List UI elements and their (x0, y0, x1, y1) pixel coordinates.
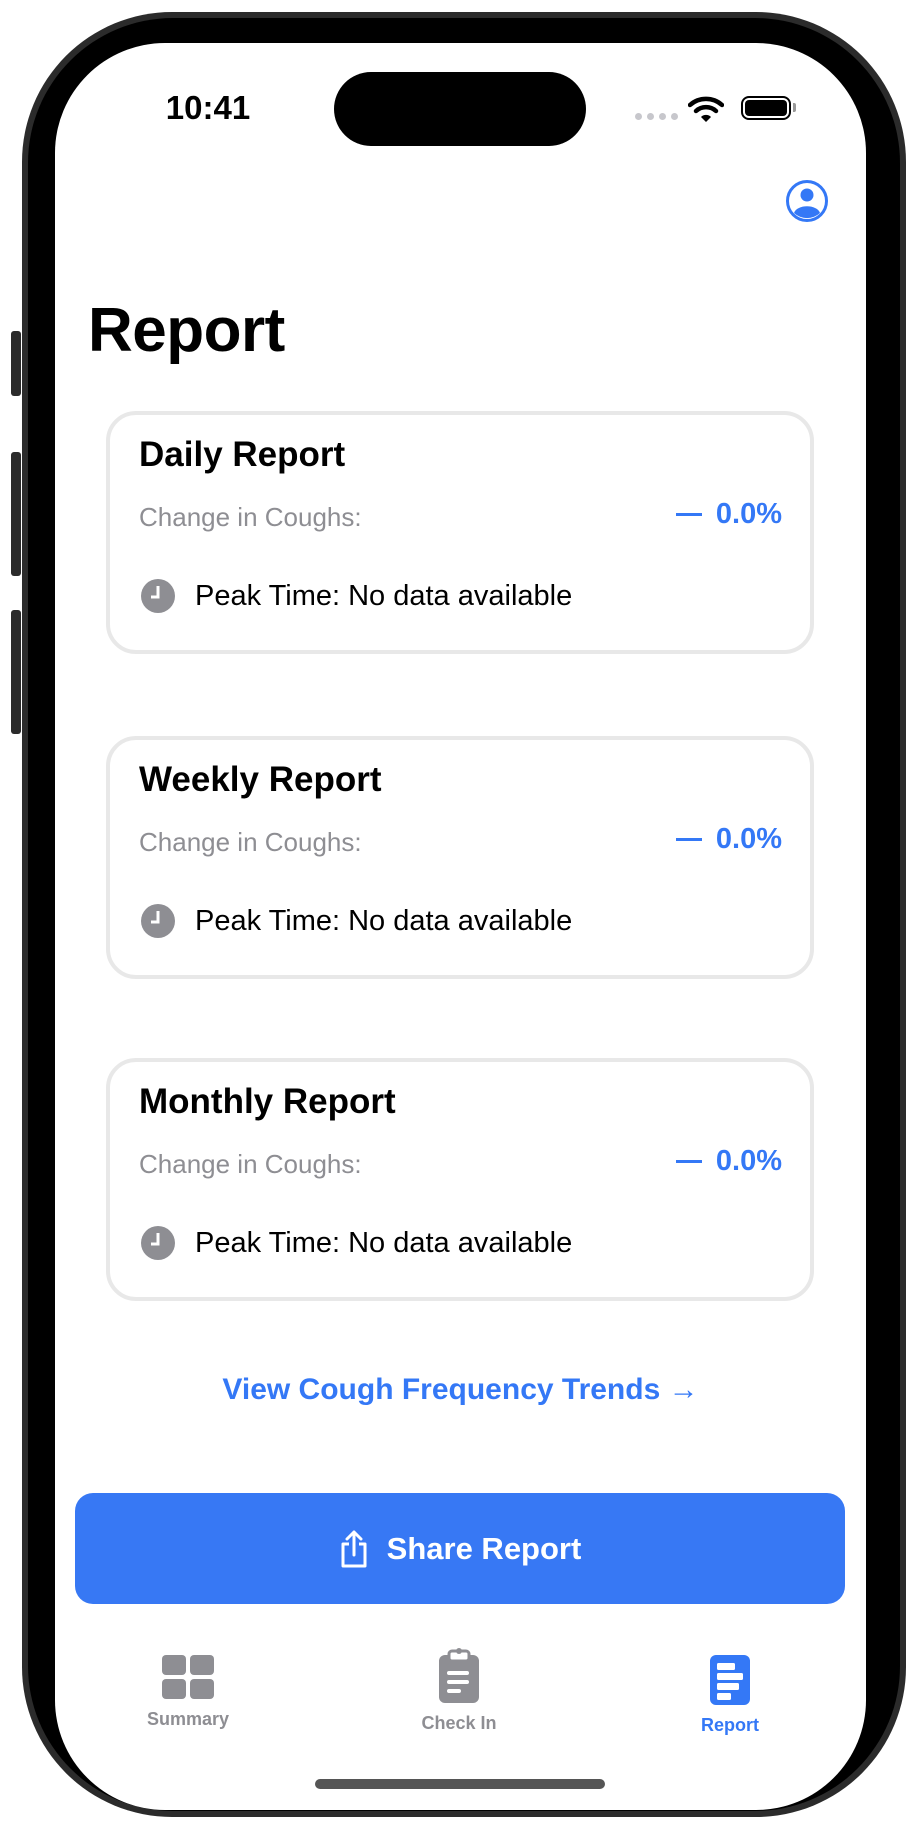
status-time: 10:41 (165, 89, 251, 126)
daily-report-card[interactable]: Daily Report Change in Coughs: 0.0% Peak… (106, 411, 814, 654)
signal-icon (635, 113, 678, 120)
peak-time-text: Peak Time: No data available (195, 1226, 573, 1259)
share-report-label: Share Report (386, 1530, 582, 1566)
peak-time-row: Peak Time: No data available (141, 1226, 572, 1260)
home-indicator[interactable] (315, 1779, 605, 1789)
minus-icon (675, 1160, 702, 1163)
card-title: Monthly Report (139, 1082, 396, 1121)
peak-time-text: Peak Time: No data available (195, 579, 573, 612)
action-button (11, 331, 21, 396)
change-value: 0.0% (675, 823, 782, 856)
change-value: 0.0% (675, 1145, 782, 1178)
peak-time-row: Peak Time: No data available (141, 579, 572, 613)
screen: 10:41 Report Daily Report Change in Coug… (55, 43, 866, 1810)
clock-icon (141, 904, 175, 938)
share-icon (341, 1530, 367, 1567)
weekly-report-card[interactable]: Weekly Report Change in Coughs: 0.0% Pea… (106, 736, 814, 979)
view-trends-link[interactable]: View Cough Frequency Trends → (55, 1373, 866, 1407)
change-label: Change in Coughs: (139, 827, 362, 857)
tab-check-in[interactable]: Check In (379, 1648, 539, 1734)
change-value-text: 0.0% (715, 823, 782, 855)
report-icon (710, 1655, 750, 1705)
clipboard-icon (439, 1648, 479, 1703)
volume-down-button (11, 610, 21, 734)
change-value: 0.0% (675, 498, 782, 531)
monthly-report-card[interactable]: Monthly Report Change in Coughs: 0.0% Pe… (106, 1058, 814, 1301)
change-label: Change in Coughs: (139, 1149, 362, 1179)
volume-up-button (11, 452, 21, 576)
tab-summary[interactable]: Summary (108, 1655, 268, 1730)
tab-report[interactable]: Report (650, 1655, 810, 1736)
card-title: Daily Report (139, 435, 346, 474)
wifi-icon (688, 96, 724, 122)
peak-time-row: Peak Time: No data available (141, 904, 572, 938)
clock-icon (141, 579, 175, 613)
dynamic-island (334, 72, 586, 146)
minus-icon (675, 513, 702, 516)
clock-icon (141, 1226, 175, 1260)
card-title: Weekly Report (139, 760, 382, 799)
page-title: Report (88, 296, 285, 365)
person-circle-icon[interactable] (785, 179, 829, 223)
tab-label: Summary (146, 1709, 230, 1729)
battery-icon (741, 96, 791, 120)
tab-label: Report (701, 1715, 759, 1735)
minus-icon (675, 838, 702, 841)
share-report-button[interactable]: Share Report (75, 1493, 845, 1604)
change-label: Change in Coughs: (139, 502, 362, 532)
tab-label: Check In (421, 1713, 497, 1733)
battery-tip (793, 103, 796, 112)
peak-time-text: Peak Time: No data available (195, 904, 573, 937)
change-value-text: 0.0% (715, 498, 782, 530)
change-value-text: 0.0% (715, 1145, 782, 1177)
grid-icon (162, 1655, 214, 1699)
